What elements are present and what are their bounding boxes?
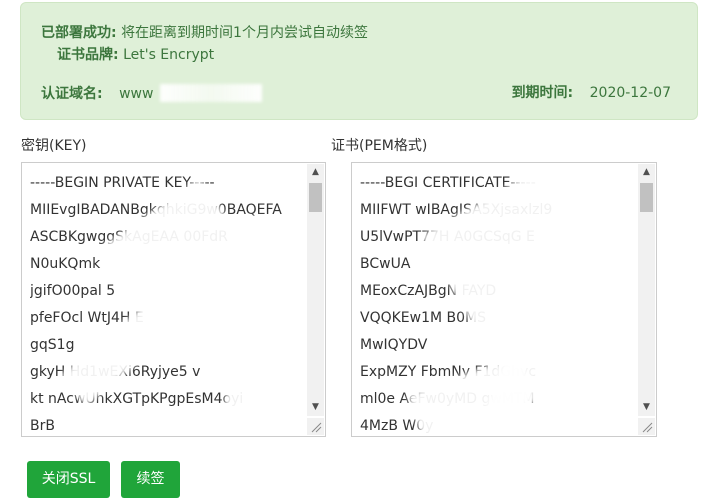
key-line: MIIEvgIBADANBgkqhkiG9w0BAQEFA	[30, 202, 282, 218]
key-line: pfeFOcl WtJ4H E	[30, 310, 144, 326]
expire-row: 到期时间: 2020-12-07	[512, 84, 671, 102]
deploy-status-label: 已部署成功:	[41, 25, 117, 41]
domain-value: www	[119, 86, 154, 102]
private-key-content: -----BEGIN PRIVATE KEY----- MIIEvgIBADAN…	[30, 170, 303, 436]
cert-line: ExpMZY FbmNy F1dGhvc	[360, 364, 537, 380]
key-line: BrB	[30, 418, 55, 434]
key-line: kt nAcwUhkXGTpKPgpEsM4oyi	[30, 391, 244, 407]
resize-grip-icon[interactable]	[307, 418, 324, 435]
cert-brand-label: 证书品牌:	[57, 47, 119, 63]
key-field-label: 密钥(KEY)	[21, 138, 87, 154]
key-line: N0uKQmk	[30, 256, 101, 272]
cert-field-label: 证书(PEM格式)	[331, 138, 428, 154]
cert-scrollbar[interactable]: ▲ ▼	[638, 164, 655, 416]
cert-line: ml0e AeFw0yMD gwMTM	[360, 391, 535, 407]
cert-line: 4MzB W0y	[360, 418, 434, 434]
scroll-thumb[interactable]	[309, 183, 322, 212]
success-banner: 已部署成功: 将在距离到期时间1个月内尝试自动续签 证书品牌: Let's En…	[20, 2, 698, 120]
cert-line: MEoxCzAJBgN FAYD	[360, 283, 497, 299]
cert-line: U5lVwPT77H A0GCSqG E	[360, 229, 535, 245]
domain-label: 认证域名:	[41, 86, 103, 102]
close-ssl-button[interactable]: 关闭SSL	[27, 461, 110, 498]
cert-line: BCwUA	[360, 256, 411, 272]
renew-button[interactable]: 续签	[121, 461, 180, 498]
key-line: -----BEGIN PRIVATE KEY-----	[30, 175, 215, 191]
key-scrollbar[interactable]: ▲ ▼	[307, 164, 324, 416]
certificate-content: -----BEGI CERTIFICATE----- MIIFWT wIBAgI…	[360, 170, 634, 436]
key-line: ASCBKgwggSkAgEAA 00FdR	[30, 229, 228, 245]
scroll-thumb[interactable]	[640, 183, 653, 212]
expire-label: 到期时间:	[511, 85, 574, 101]
cert-brand-row: 证书品牌: Let's Encrypt	[57, 46, 214, 64]
arrow-up-icon[interactable]: ▲	[307, 164, 324, 181]
cert-line: -----BEGI CERTIFICATE-----	[360, 175, 536, 191]
domain-redaction	[159, 84, 262, 102]
deploy-status-text: 将在距离到期时间1个月内尝试自动续签	[121, 25, 368, 41]
deploy-status-row: 已部署成功: 将在距离到期时间1个月内尝试自动续签	[41, 24, 368, 42]
key-line: jgifO00pal 5	[30, 283, 116, 299]
private-key-textarea[interactable]: -----BEGIN PRIVATE KEY----- MIIEvgIBADAN…	[21, 162, 326, 437]
cert-brand-value: Let's Encrypt	[123, 47, 215, 63]
expire-value: 2020-12-07	[589, 85, 671, 101]
key-line: gqS1g	[30, 337, 75, 353]
ssl-settings-panel: 已部署成功: 将在距离到期时间1个月内尝试自动续签 证书品牌: Let's En…	[0, 0, 706, 500]
arrow-down-icon[interactable]: ▼	[638, 399, 655, 416]
arrow-up-icon[interactable]: ▲	[638, 164, 655, 181]
key-line: gkyH Hd1wEXi6Ryjye5 v	[30, 364, 201, 380]
arrow-down-icon[interactable]: ▼	[307, 399, 324, 416]
cert-line: MIIFWT wIBAgISA5Xjsaxlzl9	[360, 202, 553, 218]
cert-line: VQQKEw1M B0MS	[360, 310, 487, 326]
certificate-textarea[interactable]: -----BEGI CERTIFICATE----- MIIFWT wIBAgI…	[351, 162, 657, 437]
resize-grip-icon[interactable]	[638, 418, 655, 435]
cert-line: MwIQYDV	[360, 337, 428, 353]
domain-row: 认证域名: www	[41, 84, 262, 103]
